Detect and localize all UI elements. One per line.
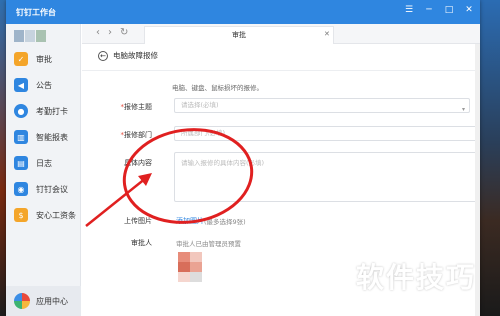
sidebar-item-payslip[interactable]: $ 安心工资条 [6,202,81,228]
window-controls: ☰ ─ □ ✕ [404,5,474,15]
maximize-icon[interactable]: □ [444,5,454,15]
desktop-background-right [480,0,500,316]
app-center-icon [14,293,30,309]
close-icon[interactable]: ✕ [464,5,474,15]
add-image-link[interactable]: 添加图片 [176,216,204,226]
upload-note: (最多选择9张) [204,218,246,226]
minimize-icon[interactable]: ─ [424,5,434,15]
sidebar-item-label: 安心工资条 [36,210,76,220]
forward-arrow-icon[interactable]: › [108,27,112,38]
sidebar-item-label: 日志 [36,158,52,168]
location-pin-icon: ● [14,104,28,118]
field-label-approver: 审批人 [131,239,152,247]
refresh-icon[interactable]: ↻ [120,27,128,38]
form-hint: 电脑、键盘、鼠标损坏的报修。 [172,84,263,92]
browser-nav: ‹ › ↻ [96,27,128,38]
chart-icon: ▥ [14,130,28,144]
back-button[interactable]: ← 电脑故障报修 [98,50,158,61]
sidebar-item-label: 智能报表 [36,132,68,142]
back-circle-icon: ← [98,50,108,61]
field-label-text: 具体内容 [124,159,152,167]
tab-close-icon[interactable]: ✕ [324,30,330,38]
department-placeholder: 所属部门(必填) [181,129,226,137]
tab-approval[interactable]: 审批 [144,26,334,44]
subject-select[interactable]: 请选择(必填) ▾ [174,98,470,113]
sidebar: ✓ 审批 ◀ 公告 ● 考勤打卡 ▥ 智能报表 ▤ 日志 ◉ 钉钉会议 $ 安心… [6,24,81,316]
app-title: 钉钉工作台 [16,8,56,17]
sidebar-item-approval[interactable]: ✓ 审批 [6,46,81,72]
sidebar-item-reports[interactable]: ▥ 智能报表 [6,124,81,150]
log-icon: ▤ [14,156,28,170]
field-label-upload: 上传图片 [124,217,152,225]
page-title: 电脑故障报修 [113,51,158,60]
field-label-text: 报修部门 [124,131,152,139]
avatar[interactable] [14,30,54,44]
field-label-content: 具体内容 [82,158,152,168]
tab-bar: ‹ › ↻ 审批 ✕ [82,24,480,44]
sidebar-item-announcement[interactable]: ◀ 公告 [6,72,81,98]
department-field[interactable]: 所属部门(必填) [174,126,480,141]
divider [82,70,480,71]
approver-avatar[interactable] [178,252,202,292]
announcement-icon: ◀ [14,78,28,92]
payslip-icon: $ [14,208,28,222]
field-label-subject: *报修主题 [120,103,153,111]
approval-icon: ✓ [14,52,28,66]
sidebar-item-label: 公告 [36,80,52,90]
sidebar-item-label: 钉钉会议 [36,184,68,194]
meeting-icon: ◉ [14,182,28,196]
sidebar-item-label: 应用中心 [36,296,68,306]
menu-icon[interactable]: ☰ [404,5,414,15]
back-arrow-icon[interactable]: ‹ [96,27,100,38]
field-label-text: 报修主题 [124,103,152,111]
sidebar-item-meeting[interactable]: ◉ 钉钉会议 [6,176,81,202]
content-placeholder: 请输入报修的具体内容(必填) [181,159,265,167]
chevron-down-icon: ▾ [461,106,465,113]
approver-note: 审批人已由管理员预置 [176,240,241,248]
content-textarea[interactable]: 请输入报修的具体内容(必填) [174,152,480,202]
field-label-department: *报修部门 [120,131,153,139]
sidebar-item-label: 审批 [36,54,52,64]
sidebar-item-log[interactable]: ▤ 日志 [6,150,81,176]
title-bar[interactable]: 钉钉工作台 ☰ ─ □ ✕ [6,0,480,24]
sidebar-item-label: 考勤打卡 [36,106,68,116]
sidebar-item-app-center[interactable]: 应用中心 [6,286,81,316]
watermark: 软件技巧 [356,261,477,294]
sidebar-item-attendance[interactable]: ● 考勤打卡 [6,98,81,124]
subject-placeholder: 请选择(必填) [181,101,219,109]
